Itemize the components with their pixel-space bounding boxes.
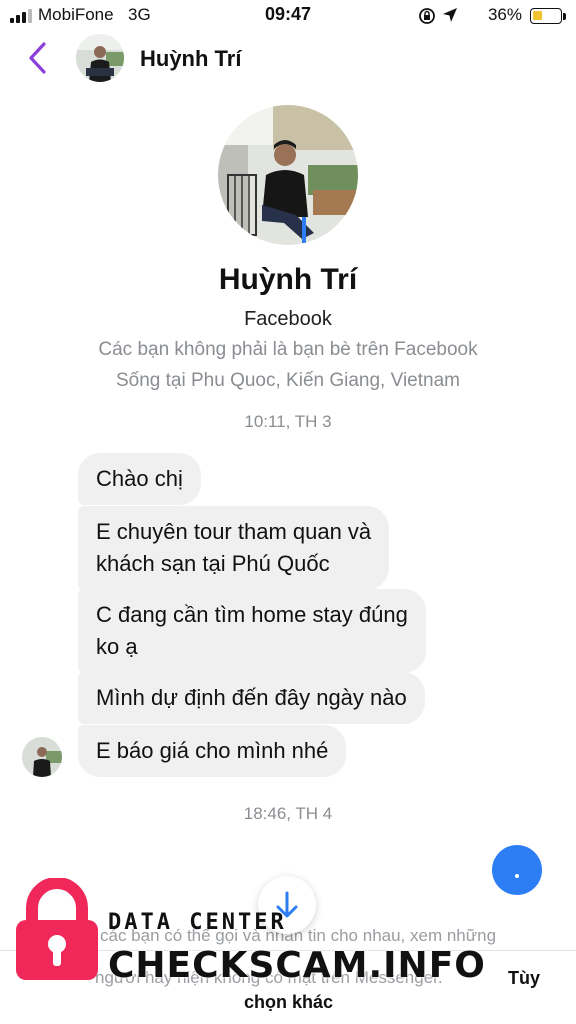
status-right: 36% — [416, 5, 566, 27]
message-line: Chào chị — [96, 466, 183, 491]
person-photo-icon — [22, 737, 62, 777]
profile-source: Facebook — [244, 308, 332, 330]
lock-icon — [12, 877, 102, 982]
message-bubble[interactable]: Mình dự định đến đây ngày nào — [78, 672, 425, 724]
floating-action-button[interactable] — [492, 845, 542, 895]
profile-avatar[interactable] — [218, 105, 358, 245]
watermark-title: CHECKSCAM.INFO — [108, 945, 486, 986]
timestamp: 18:46, TH 4 — [243, 804, 333, 823]
header-avatar[interactable] — [76, 34, 124, 82]
message-line: C đang cần tìm home stay đúng — [96, 602, 408, 627]
message-bubble[interactable]: C đang cần tìm home stay đúng ko ạ — [78, 589, 426, 673]
message-line: Mình dự định đến đây ngày nào — [96, 685, 407, 710]
watermark-subtitle: DATA CENTER — [108, 910, 287, 935]
battery-percent: 36% — [487, 5, 522, 24]
message-bubble[interactable]: E chuyên tour tham quan và khách sạn tại… — [78, 506, 390, 590]
battery-icon — [530, 8, 562, 24]
message-line: E chuyên tour tham quan và — [96, 519, 372, 544]
rotation-lock-icon — [418, 7, 436, 29]
location-arrow-icon — [442, 7, 458, 27]
person-photo-icon — [76, 34, 124, 82]
back-button[interactable] — [24, 40, 54, 76]
chevron-left-icon — [29, 42, 46, 74]
message-bubble[interactable]: E báo giá cho mình nhé — [78, 725, 347, 777]
sender-avatar[interactable] — [22, 737, 62, 777]
person-photo-icon — [218, 105, 358, 245]
contact-name[interactable]: Huỳnh Trí — [140, 46, 241, 72]
message-line: ko ạ — [96, 634, 138, 659]
message-bubble[interactable]: Chào chị — [78, 453, 201, 505]
message-line: E báo giá cho mình nhé — [96, 738, 329, 763]
chat-header: Huỳnh Trí — [0, 32, 576, 88]
friendship-note: Các bạn không phải là bạn bè trên Facebo… — [98, 339, 478, 360]
profile-name: Huỳnh Trí — [218, 263, 358, 296]
battery-tip — [563, 13, 566, 20]
fab-dot — [515, 874, 519, 878]
status-bar: MobiFone 3G 09:47 36% — [0, 0, 576, 32]
more-options-label: chọn khác — [243, 992, 333, 1012]
battery-level — [533, 11, 542, 20]
message-line: khách sạn tại Phú Quốc — [96, 551, 330, 576]
timestamp: 10:11, TH 3 — [244, 412, 332, 431]
profile-location: Sống tại Phu Quoc, Kiến Giang, Vietnam — [116, 370, 460, 391]
